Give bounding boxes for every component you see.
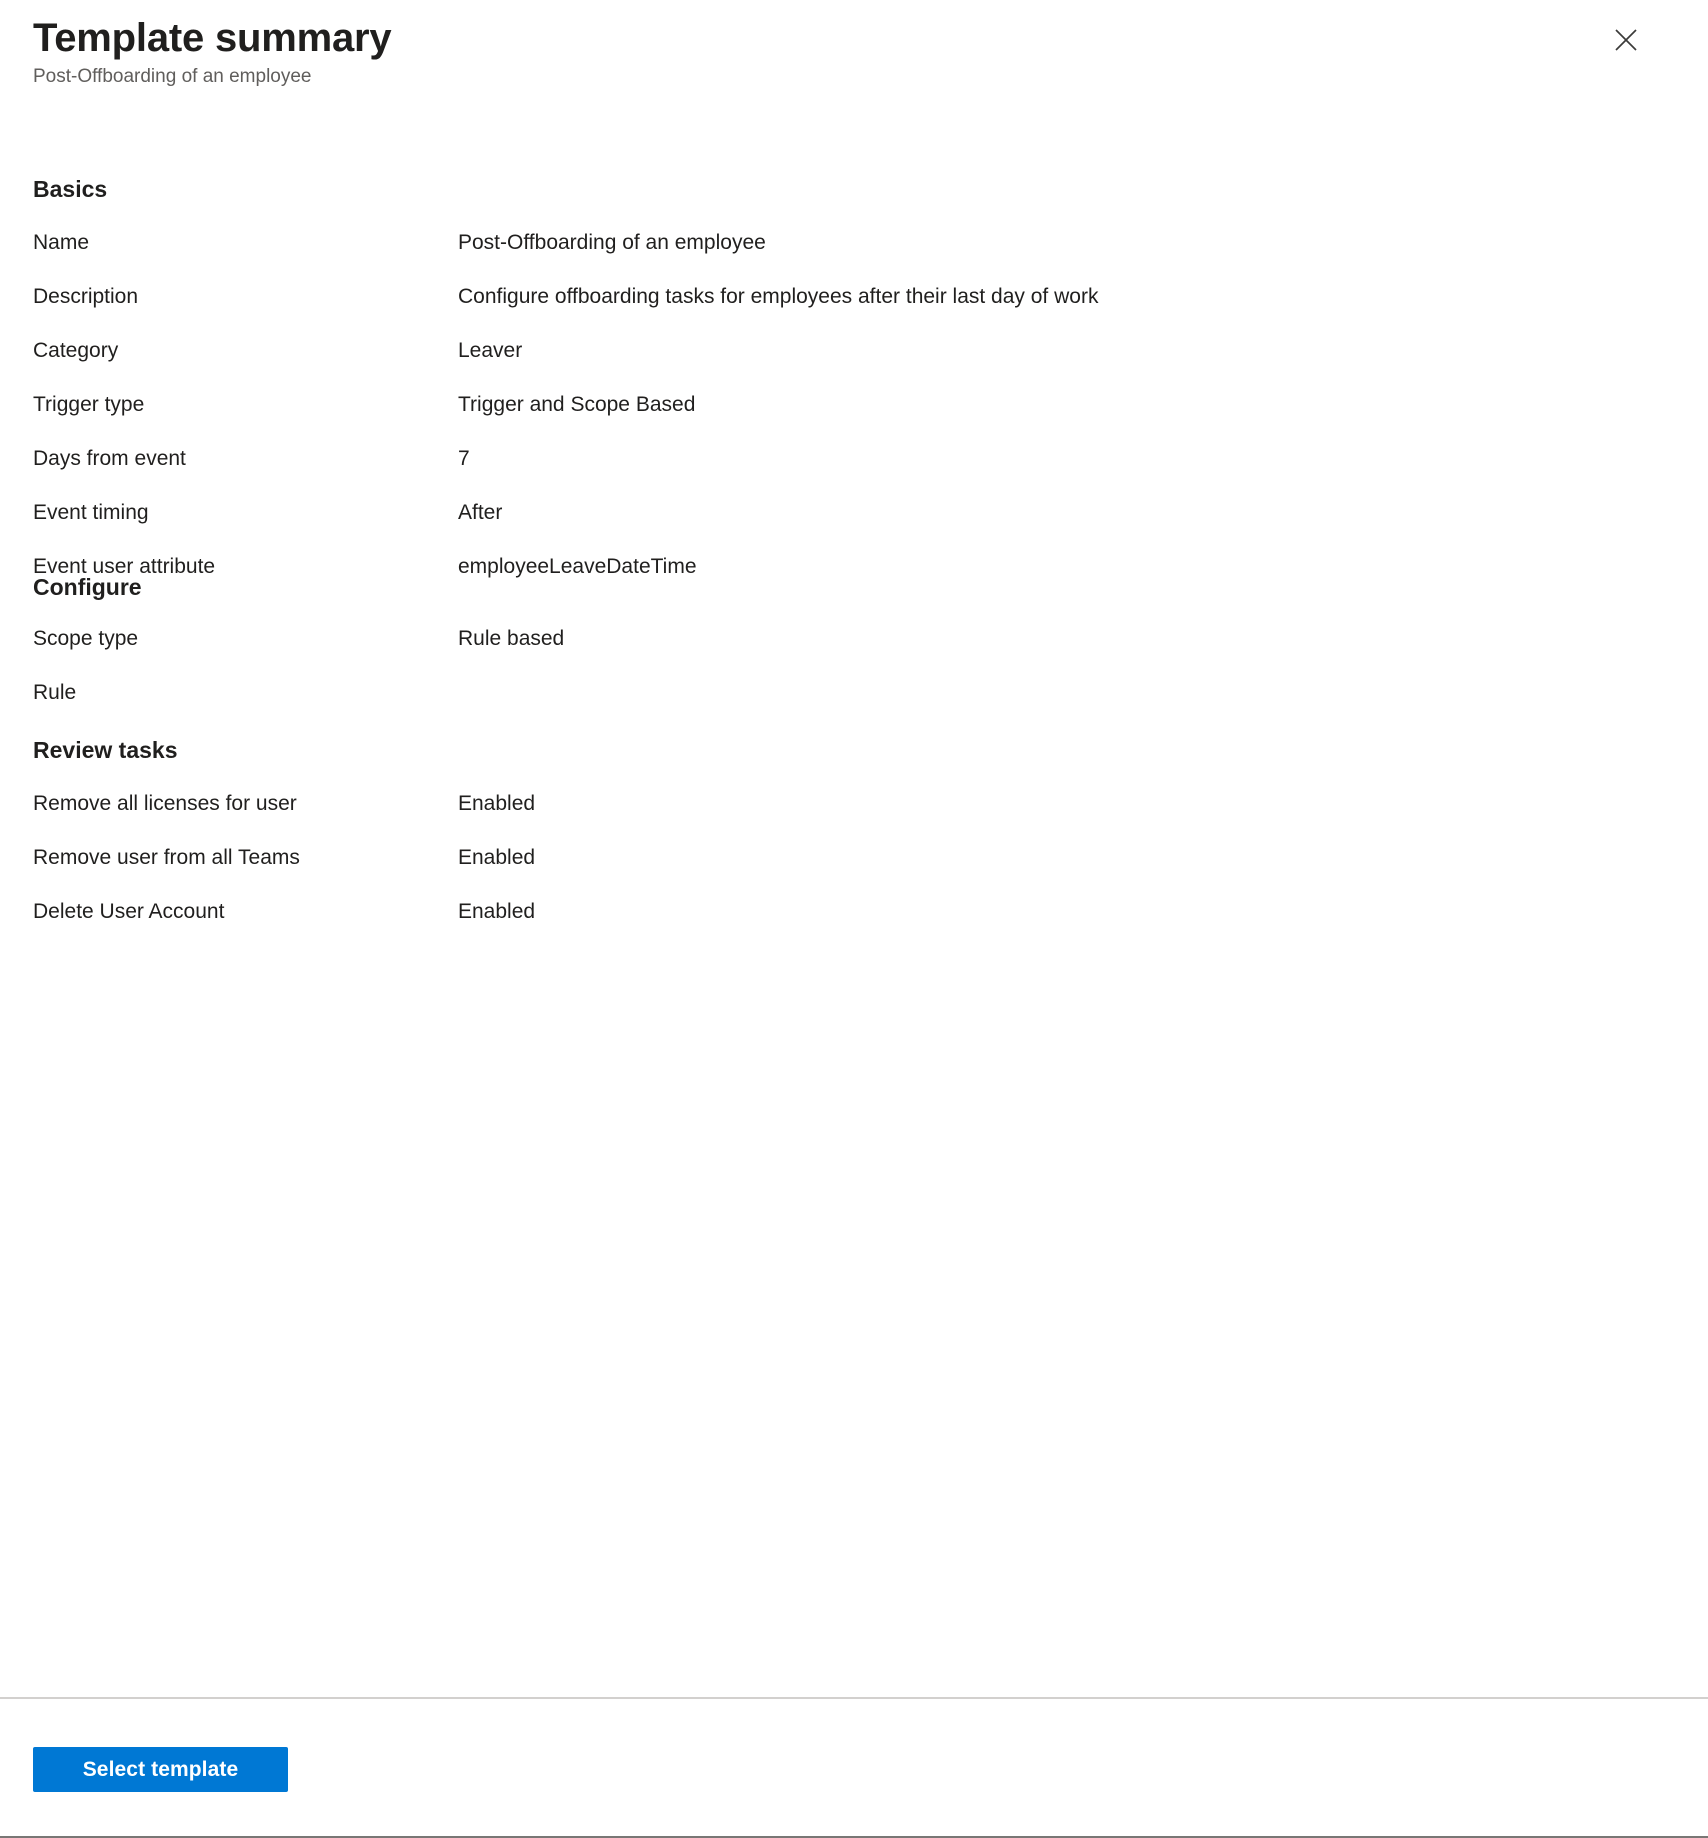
section-heading-configure: Configure (33, 574, 142, 600)
section-review: Review tasks Remove all licenses for use… (0, 735, 1708, 951)
row-label: Event timing (33, 501, 149, 524)
panel-footer: Select template (0, 1697, 1708, 1838)
row-label: Name (33, 231, 90, 254)
section-heading-review-tasks: Review tasks (33, 737, 178, 763)
close-button[interactable] (1604, 18, 1648, 62)
row-value: 7 (458, 447, 470, 470)
row-label: Days from event (33, 447, 186, 470)
row-label: Rule (33, 681, 77, 704)
task-row-remove-licenses: Remove all licenses for user Enabled (0, 789, 1708, 843)
task-status: Enabled (458, 900, 536, 923)
summary-row-scope-type: Scope type Rule based (0, 624, 1708, 678)
summary-row-name: Name Post-Offboarding of an employee (0, 228, 1708, 282)
task-row-remove-from-teams: Remove user from all Teams Enabled (0, 843, 1708, 897)
section-configure: Configure Scope type Rule based Rule (0, 572, 1708, 732)
select-template-button[interactable]: Select template (33, 1747, 288, 1792)
panel-body: Basics Name Post-Offboarding of an emplo… (0, 112, 1708, 1697)
row-value: Leaver (458, 339, 523, 362)
row-value: Post-Offboarding of an employee (458, 231, 766, 254)
row-value: Configure offboarding tasks for employee… (458, 285, 1099, 308)
task-label: Remove all licenses for user (33, 792, 297, 815)
close-icon (1613, 27, 1639, 53)
task-label: Delete User Account (33, 900, 225, 923)
row-value: Trigger and Scope Based (458, 393, 696, 416)
panel-header: Template summary Post-Offboarding of an … (0, 0, 1708, 112)
row-label: Category (33, 339, 119, 362)
row-value: After (458, 501, 503, 524)
summary-row-event-timing: Event timing After (0, 498, 1708, 552)
summary-row-rule: Rule (0, 678, 1708, 732)
task-row-delete-user-account: Delete User Account Enabled (0, 897, 1708, 951)
task-label: Remove user from all Teams (33, 846, 300, 869)
row-label: Trigger type (33, 393, 145, 416)
summary-row-description: Description Configure offboarding tasks … (0, 282, 1708, 336)
section-basics: Basics Name Post-Offboarding of an emplo… (0, 174, 1708, 606)
task-status: Enabled (458, 846, 536, 869)
task-status: Enabled (458, 792, 536, 815)
summary-row-trigger-type: Trigger type Trigger and Scope Based (0, 390, 1708, 444)
row-label: Scope type (33, 627, 139, 650)
summary-row-category: Category Leaver (0, 336, 1708, 390)
summary-row-days-from-event: Days from event 7 (0, 444, 1708, 498)
row-label: Description (33, 285, 139, 308)
page-subtitle: Post-Offboarding of an employee (33, 66, 312, 87)
row-value: Rule based (458, 627, 565, 650)
page-title: Template summary (33, 16, 392, 60)
section-heading-basics: Basics (33, 176, 108, 202)
